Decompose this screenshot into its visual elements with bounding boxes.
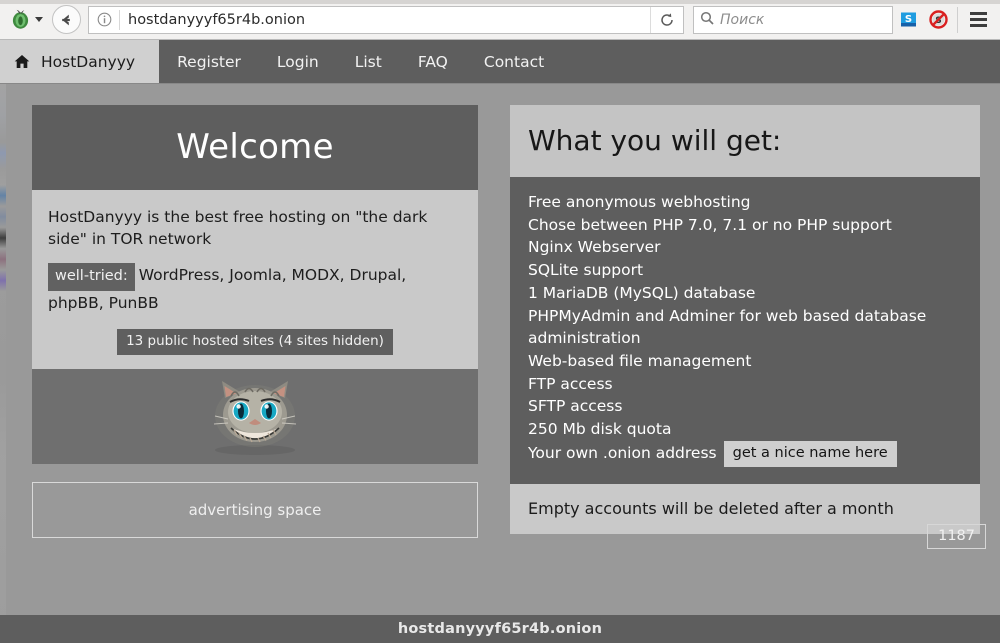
nav-item-hostdanyyy[interactable]: HostDanyyy xyxy=(0,40,159,83)
chevron-down-icon[interactable] xyxy=(35,17,43,22)
https-everywhere-icon[interactable]: S xyxy=(893,5,923,35)
reload-icon[interactable] xyxy=(650,7,683,33)
welcome-intro-text: HostDanyyy is the best free hosting on "… xyxy=(48,206,462,250)
nav-item-contact-label: Contact xyxy=(484,53,544,71)
info-circle-icon[interactable] xyxy=(89,12,119,27)
nav-item-login[interactable]: Login xyxy=(259,40,337,83)
visitor-counter-wrap: 1187 xyxy=(927,524,986,549)
nav-item-register[interactable]: Register xyxy=(159,40,259,83)
sites-count-wrap: 13 public hosted sites (4 sites hidden) xyxy=(48,329,462,355)
nav-item-faq[interactable]: FAQ xyxy=(400,40,466,83)
nav-item-login-label: Login xyxy=(277,53,319,71)
sites-count-badge: 13 public hosted sites (4 sites hidden) xyxy=(117,329,393,355)
list-item: Free anonymous webhosting xyxy=(528,191,962,214)
list-item: 1 MariaDB (MySQL) database xyxy=(528,282,962,305)
onion-address-row: Your own .onion address get a nice name h… xyxy=(528,441,962,467)
nav-item-list[interactable]: List xyxy=(337,40,400,83)
footer-onion-address: hostdanyyyf65r4b.onion xyxy=(398,621,602,637)
search-icon xyxy=(700,10,714,29)
list-item: Web-based file management xyxy=(528,350,962,373)
list-item: Nginx Webserver xyxy=(528,236,962,259)
visitor-counter: 1187 xyxy=(927,524,986,549)
welcome-body: HostDanyyy is the best free hosting on "… xyxy=(32,190,478,369)
list-item: FTP access xyxy=(528,373,962,396)
site-navigation: HostDanyyy Register Login List FAQ Conta… xyxy=(0,40,1000,84)
tor-onion-icon[interactable] xyxy=(7,7,33,33)
window-edge-sliver xyxy=(0,84,6,615)
home-icon xyxy=(14,54,30,69)
list-item: 250 Mb disk quota xyxy=(528,418,962,441)
browser-window: hostdanyyyf65r4b.onion Поиск S xyxy=(0,0,1000,643)
nav-item-faq-label: FAQ xyxy=(418,53,448,71)
search-bar[interactable]: Поиск xyxy=(693,6,893,34)
back-button[interactable] xyxy=(52,5,81,34)
nav-item-list-label: List xyxy=(355,53,382,71)
search-input-placeholder[interactable]: Поиск xyxy=(720,12,764,28)
page-content: Welcome HostDanyyy is the best free host… xyxy=(0,84,1000,615)
toolbar-divider xyxy=(957,7,958,33)
address-bar-text[interactable]: hostdanyyyf65r4b.onion xyxy=(120,12,650,28)
nav-brand-label: HostDanyyy xyxy=(41,53,135,71)
page-footer: hostdanyyyf65r4b.onion xyxy=(0,615,1000,643)
list-item: Chose between PHP 7.0, 7.1 or no PHP sup… xyxy=(528,214,962,237)
list-item: SQLite support xyxy=(528,259,962,282)
browser-toolbar: hostdanyyyf65r4b.onion Поиск S xyxy=(0,0,1000,40)
onion-address-label: Your own .onion address xyxy=(528,444,717,462)
svg-text:S: S xyxy=(904,14,911,25)
address-bar[interactable]: hostdanyyyf65r4b.onion xyxy=(88,6,684,34)
cheshire-cat-image xyxy=(32,369,478,464)
advertising-space[interactable]: advertising space xyxy=(32,482,478,538)
get-nice-name-button[interactable]: get a nice name here xyxy=(724,441,897,467)
nav-item-contact[interactable]: Contact xyxy=(466,40,562,83)
welltried-line: well-tried:WordPress, Joomla, MODX, Drup… xyxy=(48,263,462,316)
features-list: Free anonymous webhosting Chose between … xyxy=(510,177,980,484)
nav-item-register-label: Register xyxy=(177,53,241,71)
welcome-column: Welcome HostDanyyy is the best free host… xyxy=(32,105,478,538)
features-column: What you will get: Free anonymous webhos… xyxy=(510,105,980,538)
noscript-icon[interactable]: S xyxy=(923,5,953,35)
list-item: SFTP access xyxy=(528,395,962,418)
list-item: PHPMyAdmin and Adminer for web based dat… xyxy=(528,305,962,350)
features-footer-note: Empty accounts will be deleted after a m… xyxy=(510,484,980,534)
welcome-title: Welcome xyxy=(32,105,478,190)
advertising-space-label: advertising space xyxy=(189,501,322,519)
hamburger-menu-icon[interactable] xyxy=(962,5,994,35)
features-title: What you will get: xyxy=(510,105,980,177)
welltried-badge: well-tried: xyxy=(48,263,135,290)
